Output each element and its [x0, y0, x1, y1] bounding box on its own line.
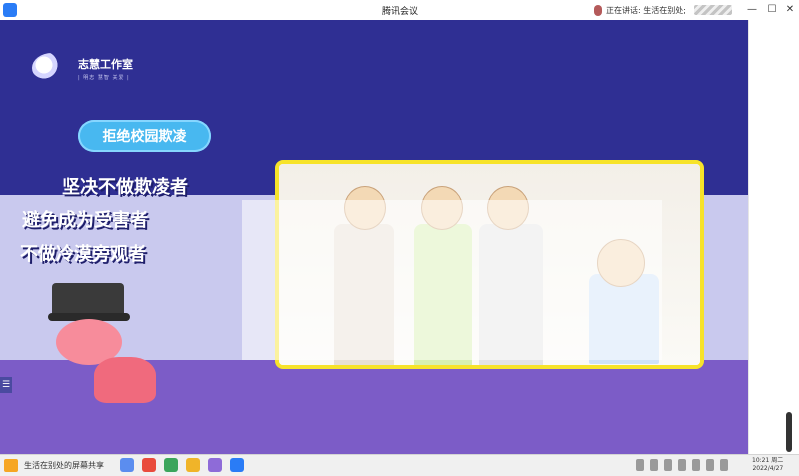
top-hat-shape	[52, 283, 124, 317]
right-panel	[748, 20, 799, 475]
render-glitch-overlay	[242, 200, 662, 360]
window-titlebar: 腾讯会议 正在讲话: 生活在别处; — ☐ ✕	[0, 0, 799, 21]
screen-share-notice: 生活在别处的屏幕共享	[24, 461, 104, 470]
tray-icon-5[interactable]	[692, 459, 700, 471]
studio-logo: 志慧工作室 | 明志 慧智 关爱 |	[32, 53, 133, 83]
microphone-icon	[594, 4, 602, 16]
mascot-illustration	[48, 275, 158, 405]
app-icon-5[interactable]	[208, 458, 222, 472]
signal-icon	[693, 5, 732, 15]
maximize-button[interactable]: ☐	[762, 1, 782, 19]
app-icon-3[interactable]	[164, 458, 178, 472]
topic-pill: 拒绝校园欺凌	[78, 120, 211, 152]
app-icon-1[interactable]	[120, 458, 134, 472]
minimize-button[interactable]: —	[742, 1, 762, 19]
app-icon-6[interactable]	[230, 458, 244, 472]
system-clock[interactable]: 10:21 周二 2022/4/27	[752, 457, 783, 473]
slogan-3: 不做冷漠旁观者	[20, 244, 146, 265]
clock-time: 10:21 周二	[752, 457, 784, 464]
app-icon-4[interactable]	[186, 458, 200, 472]
slogan-1: 坚决不做欺凌者	[62, 177, 188, 198]
system-tray	[636, 459, 728, 471]
tray-icon-3[interactable]	[664, 459, 672, 471]
tray-icon-7[interactable]	[720, 459, 728, 471]
sidebar-toggle-button[interactable]: ☰	[0, 377, 12, 393]
scrollbar[interactable]	[786, 412, 792, 452]
app-icon-2[interactable]	[142, 458, 156, 472]
studio-name: 志慧工作室	[78, 57, 133, 71]
tray-icon-6[interactable]	[706, 459, 714, 471]
speaking-label: 正在讲话: 生活在别处;	[606, 5, 686, 15]
taskbar: 生活在别处的屏幕共享 10:21 周二 2022/4/27	[0, 454, 799, 476]
tencent-meeting-logo-icon	[3, 3, 17, 17]
active-speaker-indicator: 正在讲话: 生活在别处;	[594, 3, 732, 17]
mascot-body	[94, 357, 156, 403]
shared-screen: 志慧工作室 | 明志 慧智 关爱 | 拒绝校园欺凌 坚决不做欺凌者 避免成为受害…	[0, 20, 799, 475]
window-title: 腾讯会议	[381, 7, 418, 17]
studio-emblem-icon	[32, 53, 72, 83]
folder-icon[interactable]	[4, 459, 18, 472]
tray-icon-1[interactable]	[636, 459, 644, 471]
studio-tagline: | 明志 慧智 关爱 |	[78, 74, 130, 81]
tray-icon-4[interactable]	[678, 459, 686, 471]
tray-icon-2[interactable]	[650, 459, 658, 471]
close-button[interactable]: ✕	[780, 1, 799, 19]
slogan-2: 避免成为受害者	[22, 210, 148, 231]
clock-date: 2022/4/27	[752, 465, 784, 472]
